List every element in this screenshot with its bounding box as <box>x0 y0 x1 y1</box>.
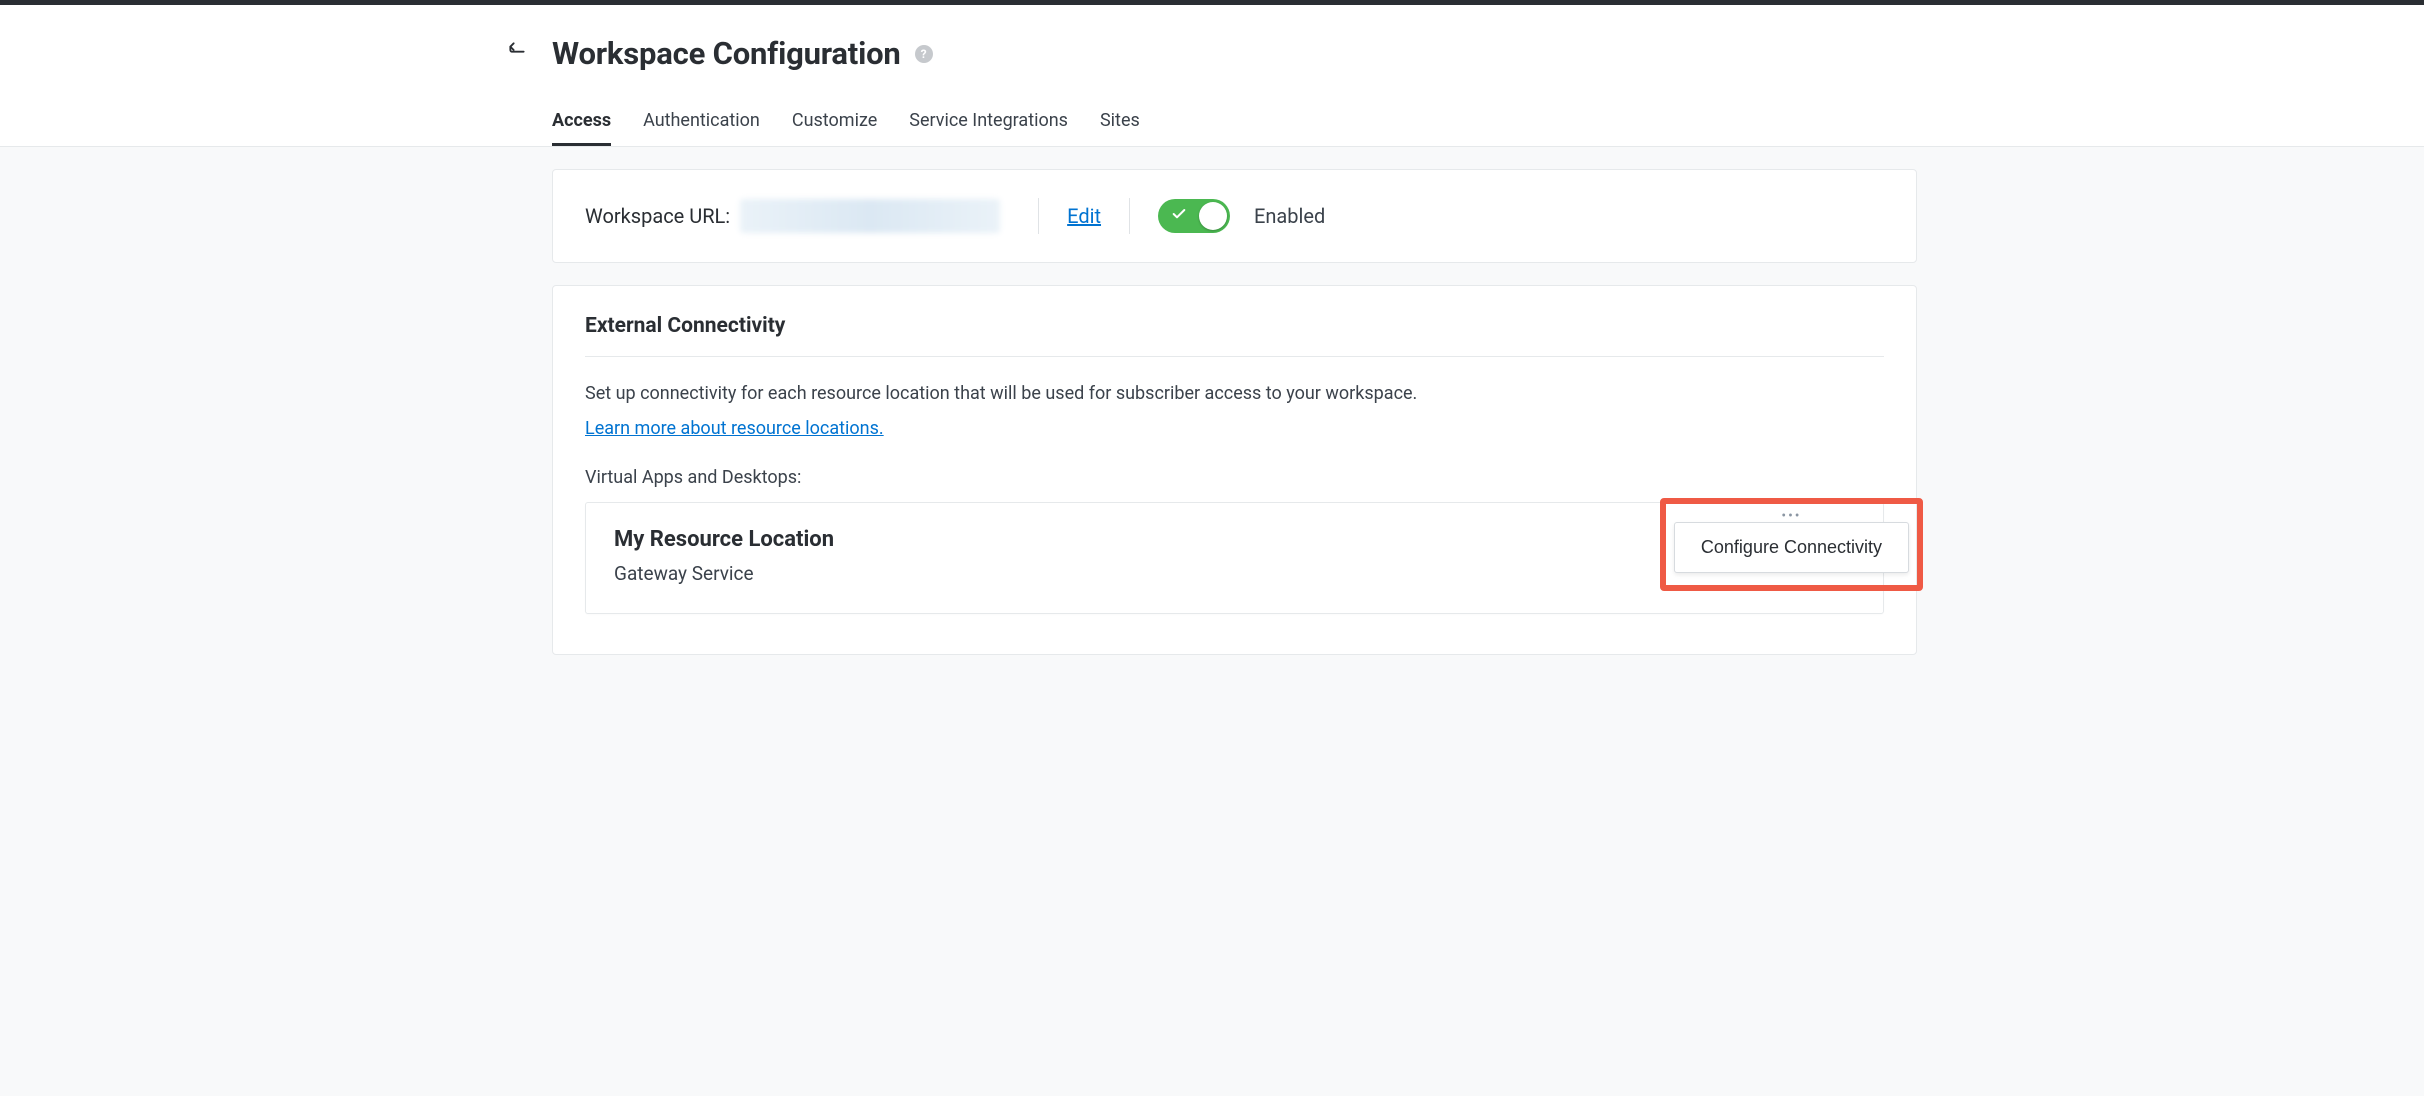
divider <box>1038 198 1039 234</box>
workspace-url-value-redacted <box>740 199 1000 233</box>
tab-authentication[interactable]: Authentication <box>643 110 760 146</box>
configure-connectivity-button[interactable]: Configure Connectivity <box>1674 522 1909 573</box>
external-connectivity-description: Set up connectivity for each resource lo… <box>585 383 1884 404</box>
enable-toggle[interactable] <box>1158 199 1230 233</box>
resource-location-card: My Resource Location Gateway Service •••… <box>585 502 1884 614</box>
workspace-url-label: Workspace URL: <box>585 204 730 228</box>
check-icon <box>1171 206 1187 226</box>
tab-sites[interactable]: Sites <box>1100 110 1140 146</box>
help-icon[interactable]: ? <box>915 45 933 63</box>
external-connectivity-title: External Connectivity <box>585 314 1884 357</box>
virtual-apps-label: Virtual Apps and Desktops: <box>585 467 1884 488</box>
toggle-knob <box>1199 202 1227 230</box>
tab-bar: Access Authentication Customize Service … <box>507 110 1917 146</box>
page-title: Workspace Configuration <box>552 35 901 72</box>
divider <box>1129 198 1130 234</box>
edit-url-link[interactable]: Edit <box>1067 204 1101 228</box>
toggle-state-label: Enabled <box>1254 204 1325 228</box>
external-connectivity-card: External Connectivity Set up connectivit… <box>552 285 1917 655</box>
workspace-url-card: Workspace URL: Edit Enabled <box>552 169 1917 263</box>
more-options-icon[interactable]: ••• <box>1674 512 1909 520</box>
tab-customize[interactable]: Customize <box>792 110 877 146</box>
back-arrow-icon[interactable] <box>507 40 527 64</box>
learn-more-link[interactable]: Learn more about resource locations. <box>585 418 884 439</box>
tab-access[interactable]: Access <box>552 110 611 146</box>
configure-connectivity-callout: ••• Configure Connectivity <box>1660 498 1923 591</box>
main-content: Workspace URL: Edit Enabled External Con… <box>472 147 1952 717</box>
page-header: Workspace Configuration ? Access Authent… <box>0 5 2424 147</box>
tab-service-integrations[interactable]: Service Integrations <box>909 110 1068 146</box>
